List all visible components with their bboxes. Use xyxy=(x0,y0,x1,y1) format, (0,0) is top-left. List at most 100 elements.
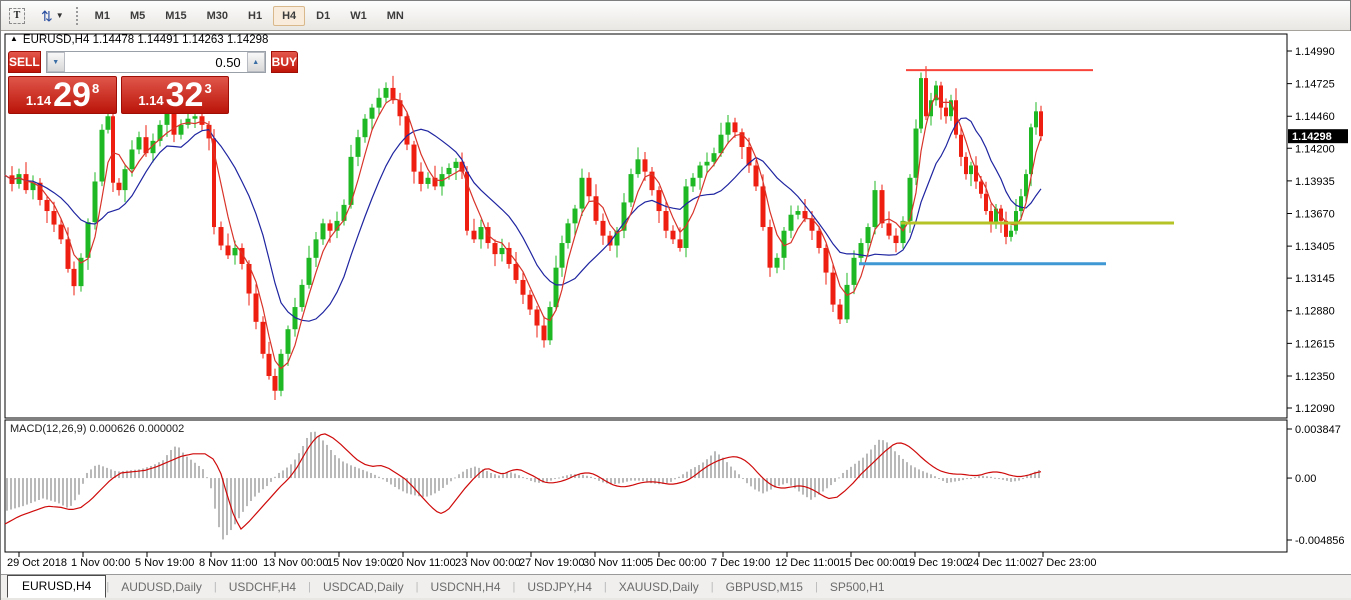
candle xyxy=(314,239,319,257)
candle xyxy=(24,174,29,190)
candle xyxy=(528,295,533,310)
date-axis-label: 1 Nov 00:00 xyxy=(71,557,130,569)
chart-tab-sp500-h1[interactable]: SP500,H1 xyxy=(818,577,897,598)
price-axis-label: 1.13935 xyxy=(1295,176,1335,188)
chart-tab-bar: EURUSD,H4|AUDUSD,Daily|USDCHF,H4|USDCAD,… xyxy=(1,574,1351,598)
chart-tab-usdchf-h4[interactable]: USDCHF,H4 xyxy=(217,577,308,598)
candle xyxy=(1019,196,1023,211)
candle xyxy=(447,168,452,174)
candle xyxy=(384,88,389,98)
price-axis-label: 1.12090 xyxy=(1295,403,1335,415)
date-axis-label: 30 Nov 11:00 xyxy=(583,557,648,569)
chart-window[interactable]: ▲ EURUSD,H4 1.14478 1.14491 1.14263 1.142… xyxy=(1,31,1351,574)
chevron-down-icon: ▼ xyxy=(56,11,64,20)
arrange-charts-button[interactable]: ⇅ ▼ xyxy=(41,9,64,23)
candle xyxy=(419,172,424,184)
date-axis-label: 27 Nov 19:00 xyxy=(519,557,584,569)
candle xyxy=(964,157,968,174)
volume-stepper: ▼ ▲ xyxy=(46,51,266,73)
candle xyxy=(657,190,662,211)
volume-decrease-button[interactable]: ▼ xyxy=(47,52,65,72)
candle xyxy=(796,211,801,215)
arrange-arrows-icon: ⇅ xyxy=(41,9,53,23)
chart-tab-gbpusd-m15[interactable]: GBPUSD,M15 xyxy=(714,577,815,598)
toolbar-grip[interactable] xyxy=(76,7,78,25)
buy-price-button[interactable]: 1.14 32 3 xyxy=(121,76,229,114)
candle xyxy=(831,273,836,305)
candle xyxy=(684,186,689,248)
candle xyxy=(629,174,634,202)
candle xyxy=(919,78,923,128)
chart-tab-xauusd-daily[interactable]: XAUUSD,Daily xyxy=(607,577,711,598)
timeframe-button-h1[interactable]: H1 xyxy=(239,6,271,26)
chart-tab-eurusd-h4[interactable]: EURUSD,H4 xyxy=(7,575,106,598)
candle xyxy=(106,116,111,130)
candle xyxy=(117,183,122,190)
chart-tab-audusd-daily[interactable]: AUDUSD,Daily xyxy=(109,577,214,598)
sell-price-button[interactable]: 1.14 29 8 xyxy=(8,76,117,114)
volume-input[interactable] xyxy=(65,52,247,72)
candle xyxy=(328,223,333,230)
candle xyxy=(45,200,50,211)
candle xyxy=(754,165,759,186)
date-axis-label: 13 Nov 00:00 xyxy=(263,557,328,569)
volume-increase-button[interactable]: ▲ xyxy=(247,52,265,72)
timeframe-button-m5[interactable]: M5 xyxy=(121,6,154,26)
candle xyxy=(226,246,231,256)
current-price-tag-text: 1.14298 xyxy=(1292,131,1332,143)
candle xyxy=(137,137,142,149)
candle xyxy=(989,211,993,223)
candle xyxy=(824,248,829,273)
candle xyxy=(817,231,822,248)
candle xyxy=(370,108,375,119)
candle xyxy=(726,122,731,134)
candle xyxy=(643,159,648,171)
candle xyxy=(705,162,710,166)
text-tool-icon: T xyxy=(9,8,25,24)
price-axis-label: 1.14200 xyxy=(1295,143,1335,155)
price-axis-label: 1.13145 xyxy=(1295,273,1335,285)
candle xyxy=(979,181,983,193)
date-axis-label: 8 Nov 11:00 xyxy=(199,557,258,569)
timeframe-button-d1[interactable]: D1 xyxy=(307,6,339,26)
date-axis-label: 15 Dec 00:00 xyxy=(839,557,904,569)
text-tool-button[interactable]: T xyxy=(5,5,29,27)
timeframe-button-mn[interactable]: MN xyxy=(378,6,413,26)
sell-button[interactable]: SELL xyxy=(8,51,41,73)
timeframe-button-w1[interactable]: W1 xyxy=(341,6,376,26)
candle xyxy=(914,129,919,178)
timeframe-button-h4[interactable]: H4 xyxy=(273,6,305,26)
candle xyxy=(493,243,498,254)
candle xyxy=(52,211,57,225)
timeframe-button-m1[interactable]: M1 xyxy=(86,6,119,26)
terminal-window: T ⇅ ▼ M1M5M15M30H1H4D1W1MN ▲ EURUSD,H4 1.… xyxy=(0,0,1351,600)
candle xyxy=(72,269,77,286)
candle xyxy=(852,258,857,285)
price-axis-label: 1.14725 xyxy=(1295,79,1335,91)
candle xyxy=(944,108,948,117)
candle xyxy=(1029,127,1033,174)
date-axis-label: 23 Nov 00:00 xyxy=(455,557,520,569)
candle xyxy=(866,227,871,243)
price-axis-label: 1.12880 xyxy=(1295,306,1335,318)
candle xyxy=(580,178,585,209)
candle xyxy=(542,326,547,341)
timeframe-button-m15[interactable]: M15 xyxy=(156,6,195,26)
symbol-marker-icon: ▲ xyxy=(10,34,18,43)
candle xyxy=(1009,231,1013,237)
candle xyxy=(233,248,238,255)
chart-title-text: EURUSD,H4 1.14478 1.14491 1.14263 1.1429… xyxy=(23,34,269,46)
chart-tab-usdcnh-h4[interactable]: USDCNH,H4 xyxy=(419,577,513,598)
candle xyxy=(698,165,703,177)
candle xyxy=(479,227,484,239)
candle xyxy=(66,239,71,269)
candle xyxy=(130,149,135,169)
candle xyxy=(356,137,361,157)
chart-tab-usdcad-daily[interactable]: USDCAD,Daily xyxy=(311,577,416,598)
buy-button[interactable]: BUY xyxy=(271,51,298,73)
macd-axis-label: 0.003847 xyxy=(1295,424,1341,436)
candle xyxy=(887,223,892,235)
candle xyxy=(761,186,766,227)
timeframe-button-m30[interactable]: M30 xyxy=(198,6,237,26)
chart-tab-usdjpy-h4[interactable]: USDJPY,H4 xyxy=(515,577,603,598)
